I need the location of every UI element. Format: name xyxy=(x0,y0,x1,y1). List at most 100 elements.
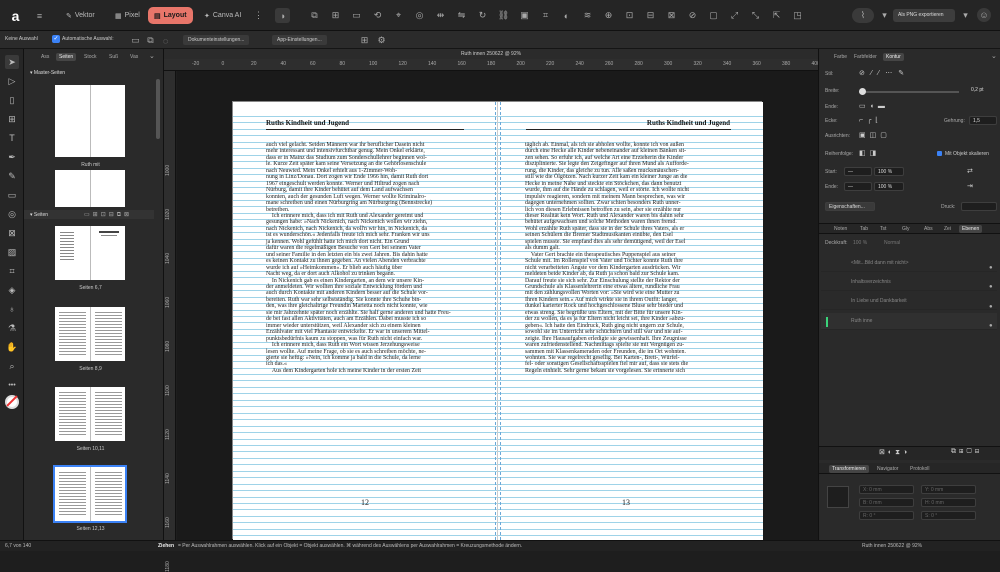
transform-h-field[interactable]: H: 0 mm xyxy=(921,498,976,507)
page-indicator[interactable]: 6,7 von 140 xyxy=(5,541,31,551)
picture-frame-tool-icon[interactable]: ⊠ xyxy=(5,226,19,240)
arrange-back-icon[interactable]: ⊟ xyxy=(643,8,658,23)
page-spread[interactable]: Ruths Kindheit und Jugend auch viel gela… xyxy=(232,101,763,540)
stroke-width-value[interactable]: 0,2 pt xyxy=(971,87,984,93)
persona-layout[interactable]: ▤ Layout xyxy=(148,7,193,24)
node-tool-icon[interactable]: ▷ xyxy=(5,74,19,88)
eigenschaften-button[interactable]: Eigenschaften... xyxy=(825,202,875,211)
view-mode-icon[interactable]: ◑ xyxy=(275,8,290,23)
rectangle-tool-icon[interactable]: ▭ xyxy=(5,188,19,202)
tab-noten[interactable]: Noten xyxy=(831,225,850,233)
stroke-style-icons[interactable]: ⊘⁄⁄⋯✎ xyxy=(859,69,910,77)
align-pixel-icon[interactable]: ⊞ xyxy=(357,33,372,48)
tab-farbfelder[interactable]: Farbfelder xyxy=(851,53,880,61)
fill-tool-icon[interactable]: ◈ xyxy=(5,283,19,297)
brush-icon[interactable]: ⌇ xyxy=(852,8,874,23)
arrange-icon[interactable]: ⧉ xyxy=(307,8,322,23)
menu-icon[interactable]: ≡ xyxy=(32,8,47,23)
affinity-logo-icon[interactable]: a xyxy=(7,7,24,24)
persona-vektor[interactable]: ✎ Vektor xyxy=(60,7,101,24)
tab-gly[interactable]: Gly xyxy=(899,225,913,233)
visibility-icons[interactable]: ● ● ● ● xyxy=(989,259,993,336)
crop-icon[interactable]: ⌗ xyxy=(538,8,553,23)
left-text-frame[interactable]: auch viel gelacht. Seiden Männern war ih… xyxy=(266,142,471,374)
tab-tst[interactable]: Tst xyxy=(877,225,889,233)
avatar[interactable]: ☺ xyxy=(977,8,991,22)
flip-icon[interactable]: ⇋ xyxy=(454,8,469,23)
layer-row[interactable]: Ruth inne xyxy=(821,313,997,330)
crop-tool-icon[interactable]: ⌗ xyxy=(5,264,19,278)
transparency-tool-icon[interactable]: ♁ xyxy=(5,302,19,316)
spread-thumb-10-11[interactable] xyxy=(55,387,125,441)
move-tool-icon[interactable]: ➤ xyxy=(5,55,19,69)
scale-with-object-checkbox[interactable] xyxy=(937,151,942,156)
tab-navigator[interactable]: Navigator xyxy=(874,465,901,473)
expand-icon[interactable]: ⤡ xyxy=(748,8,763,23)
tab-assets[interactable]: Ass xyxy=(38,53,52,61)
pencil-tool-icon[interactable]: ✎ xyxy=(5,169,19,183)
link-icon[interactable]: ⛓ xyxy=(496,8,511,23)
start-arrow-field[interactable]: — xyxy=(844,167,872,176)
page-actions-icons[interactable]: ▭⊞⊡⊟⧉⊠ xyxy=(84,211,132,219)
image-tool-icon[interactable]: ▨ xyxy=(5,245,19,259)
select-layer-icon[interactable]: ◌ xyxy=(158,33,173,48)
panel-menu-icon[interactable]: ⌄ xyxy=(991,52,997,60)
layer-row[interactable]: <Mit...Bild dann mit nicht> xyxy=(821,255,997,272)
left-page[interactable]: Ruths Kindheit und Jugend auch viel gela… xyxy=(233,102,498,540)
right-page-number[interactable]: 13 xyxy=(622,498,630,507)
layer-row[interactable]: In Liebe und Dankbarkeit xyxy=(821,293,997,310)
start-scale-field[interactable]: 100 % xyxy=(874,167,904,176)
tab-vas[interactable]: Vas xyxy=(127,53,141,61)
line-join-icons[interactable]: ⌐╭⌊ xyxy=(859,116,882,124)
doc-settings-button[interactable]: Dokumenteinstellungen... xyxy=(183,35,250,45)
table-tool-icon[interactable]: ⊞ xyxy=(5,112,19,126)
right-running-header[interactable]: Ruths Kindheit und Jugend xyxy=(647,119,730,127)
preview-icon[interactable]: ▢ xyxy=(706,8,721,23)
tab-search[interactable]: Suß xyxy=(106,53,121,61)
master-pages-header[interactable]: ▾ Master-Seiten xyxy=(24,68,154,77)
share-icon[interactable]: ⇱ xyxy=(769,8,784,23)
zoom-tool-icon[interactable]: ⌕ xyxy=(5,359,19,373)
line-cap-icons[interactable]: ▭◖▬ xyxy=(859,102,889,110)
window-icon[interactable]: ◳ xyxy=(790,8,805,23)
transform-w-field[interactable]: B: 0 mm xyxy=(859,498,914,507)
arrange-front-icon[interactable]: ⊡ xyxy=(622,8,637,23)
right-page[interactable]: Ruths Kindheit und Jugend täglich ab. Ei… xyxy=(498,102,763,540)
lock-icon[interactable]: ⊠ xyxy=(664,8,679,23)
export-png-button[interactable]: Als PNG exportieren xyxy=(893,9,955,22)
ellipse-tool-icon[interactable]: ◎ xyxy=(5,207,19,221)
tab-kontur[interactable]: Kontur xyxy=(883,53,904,61)
anchor-selector[interactable] xyxy=(827,486,849,508)
transform-y-field[interactable]: Y: 0 mm xyxy=(921,485,976,494)
swap-arrows-icon[interactable]: ⇄ xyxy=(967,167,973,175)
vertical-ruler[interactable]: 1000 1020 1040 1060 1080 1100 1120 1140 1160 1180 xyxy=(164,71,176,572)
transform-x-field[interactable]: X: 0 mm xyxy=(859,485,914,494)
align-icon[interactable]: ▭ xyxy=(349,8,364,23)
tab-transformieren[interactable]: Transformieren xyxy=(829,465,869,473)
rotate-icon[interactable]: ↻ xyxy=(475,8,490,23)
persona-canva-ai[interactable]: ✦ Canva AI xyxy=(198,7,247,24)
zoom-icon[interactable]: ⤢ xyxy=(727,8,742,23)
end-scale-field[interactable]: 100 % xyxy=(874,182,904,191)
hide-icon[interactable]: ⊘ xyxy=(685,8,700,23)
spread-thumb-6-7[interactable] xyxy=(55,226,125,280)
more-tools-icon[interactable]: ••• xyxy=(5,378,19,392)
transform-s-field[interactable]: S: 0 ° xyxy=(921,511,976,520)
spread-thumb-8-9[interactable] xyxy=(55,307,125,361)
left-page-number[interactable]: 12 xyxy=(361,498,369,507)
export-chevron-icon[interactable]: ▾ xyxy=(958,8,973,23)
boolean-icon[interactable]: ◎ xyxy=(412,8,427,23)
tab-ebenen[interactable]: Ebenen xyxy=(959,225,983,233)
transform-r-field[interactable]: R: 0 ° xyxy=(859,511,914,520)
group-icon[interactable]: ▣ xyxy=(517,8,532,23)
right-text-frame[interactable]: täglich ab. Einmal, als ich sie abholen … xyxy=(525,142,733,374)
select-group-icon[interactable]: ⧉ xyxy=(143,33,158,48)
tab-stock[interactable]: Stock xyxy=(81,53,100,61)
persona-pixel[interactable]: ▦ Pixel xyxy=(109,7,146,24)
blend-mode-select[interactable]: Normal xyxy=(884,240,900,246)
hand-tool-icon[interactable]: ✋ xyxy=(5,340,19,354)
layer-action-icons[interactable]: ⊠◐⧗◑ xyxy=(879,448,910,457)
transform-icon[interactable]: ⟲ xyxy=(370,8,385,23)
gehrung-field[interactable]: 1,5 xyxy=(969,116,997,125)
tab-protokoll[interactable]: Protokoll xyxy=(907,465,932,473)
